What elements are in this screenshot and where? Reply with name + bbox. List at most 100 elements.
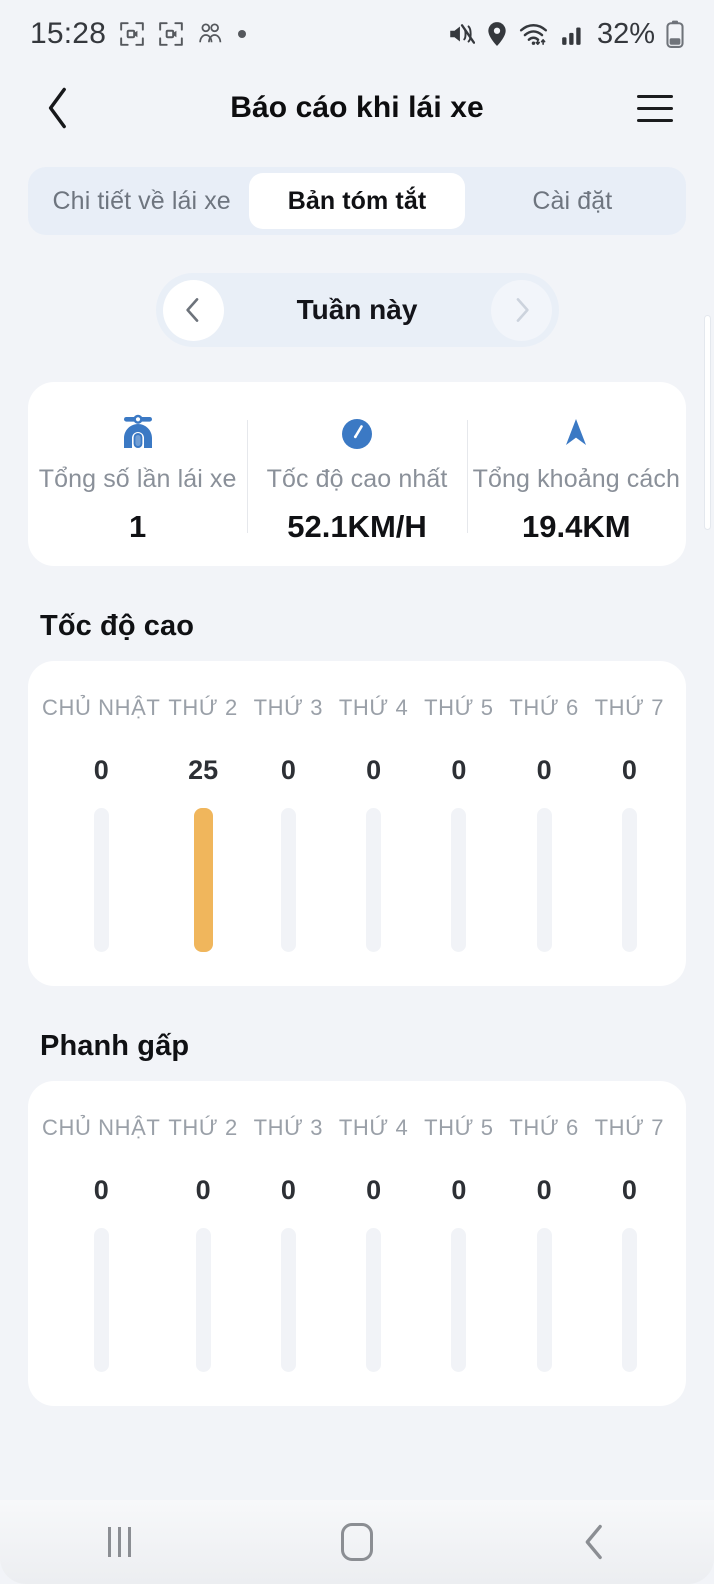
- chart-column[interactable]: THỨ 6 0: [501, 1115, 586, 1372]
- status-bar-clock: 15:28: [30, 17, 107, 50]
- stat-label: Tổng khoảng cách: [472, 464, 680, 493]
- day-label: THỨ 3: [253, 1115, 324, 1140]
- day-value: 0: [195, 1175, 211, 1205]
- chart-card-hard-braking: CHỦ NHẬT 0 THỨ 2 0 THỨ 3 0 THỨ 4 0 THỨ 5: [28, 1081, 686, 1406]
- day-label: THỨ 2: [168, 695, 238, 720]
- back-button[interactable]: [36, 86, 80, 130]
- bar-track: [451, 808, 467, 952]
- wifi-icon: [519, 21, 549, 47]
- stat-label: Tổng số lần lái xe: [38, 464, 237, 493]
- day-label: CHỦ NHẬT: [42, 1115, 161, 1140]
- back-icon: [585, 1524, 602, 1560]
- back-button-nav[interactable]: [535, 1500, 655, 1584]
- bar-track: [93, 1228, 109, 1372]
- chart-column[interactable]: THỨ 7 0: [587, 695, 672, 952]
- day-value: 0: [536, 1175, 552, 1205]
- chart-column[interactable]: CHỦ NHẬT 0: [42, 695, 160, 952]
- day-label: THỨ 7: [594, 1115, 665, 1140]
- recents-icon: [107, 1527, 131, 1557]
- battery-percent-label: 32%: [596, 17, 655, 50]
- chart-column[interactable]: THỨ 7 0: [587, 1115, 672, 1372]
- stat-total-distance: Tổng khoảng cách 19.4KM: [466, 404, 686, 545]
- bar-track: [366, 808, 382, 952]
- bar-track: [280, 1228, 296, 1372]
- day-value: 0: [536, 755, 552, 785]
- day-value: 0: [93, 755, 109, 785]
- chart-column[interactable]: THỨ 5 0: [416, 1115, 501, 1372]
- day-value: 0: [93, 1175, 109, 1205]
- location-icon: [486, 21, 508, 47]
- bar-chart-hard-braking: CHỦ NHẬT 0 THỨ 2 0 THỨ 3 0 THỨ 4 0 THỨ 5: [42, 1115, 672, 1372]
- bar-track: [451, 1228, 467, 1372]
- chart-column[interactable]: THỨ 6 0: [501, 695, 586, 952]
- tab-settings[interactable]: Cài đặt: [465, 173, 680, 229]
- phone-screen: 15:28 32% Báo cáo khi lái xe Chi tiết về…: [0, 0, 714, 1584]
- chart-column[interactable]: THỨ 3 0: [246, 1115, 331, 1372]
- app-header: Báo cáo khi lái xe: [0, 68, 714, 148]
- tab-summary[interactable]: Bản tóm tắt: [249, 173, 465, 229]
- stat-max-speed: Tốc độ cao nhất 52.1KM/H: [247, 404, 466, 545]
- home-button[interactable]: [297, 1500, 417, 1584]
- day-label: THỨ 6: [509, 1115, 579, 1140]
- chart-column[interactable]: CHỦ NHẬT 0: [42, 1115, 160, 1372]
- chevron-left-icon: [48, 87, 66, 129]
- mute-icon: [447, 21, 475, 47]
- bar-track: [536, 1228, 552, 1372]
- chart-column[interactable]: THỨ 2 25: [160, 695, 245, 952]
- day-value: 0: [280, 1175, 296, 1205]
- people-icon: [197, 21, 224, 47]
- bar-track: [195, 1228, 211, 1372]
- tab-bar: Chi tiết về lái xe Bản tóm tắt Cài đặt: [28, 167, 686, 235]
- system-navigation-bar: [0, 1500, 714, 1584]
- day-label: THỨ 7: [594, 695, 665, 720]
- scooter-icon: [116, 404, 160, 452]
- stat-value: 19.4KM: [522, 508, 631, 544]
- stat-total-drives: Tổng số lần lái xe 1: [28, 404, 247, 545]
- tab-driving-details[interactable]: Chi tiết về lái xe: [34, 173, 249, 229]
- day-label: THỨ 6: [509, 695, 579, 720]
- menu-button[interactable]: [632, 85, 678, 131]
- screen-record-icon: [119, 21, 145, 47]
- bar-track: [536, 808, 552, 952]
- day-label: THỨ 4: [338, 695, 409, 720]
- day-value: 0: [621, 1175, 637, 1205]
- bar-track: [93, 808, 109, 952]
- day-label: CHỦ NHẬT: [42, 695, 161, 720]
- summary-stats-card: Tổng số lần lái xe 1 Tốc độ cao nhất 52.…: [28, 382, 686, 566]
- tab-bar-container: Chi tiết về lái xe Bản tóm tắt Cài đặt: [0, 148, 714, 235]
- status-bar-left: 15:28: [30, 17, 247, 51]
- day-label: THỨ 3: [253, 695, 324, 720]
- chart-column[interactable]: THỨ 4 0: [331, 1115, 416, 1372]
- day-value: 0: [366, 1175, 382, 1205]
- week-selector: Tuần này: [155, 273, 559, 347]
- bar-track: [366, 1228, 382, 1372]
- stat-value: 1: [129, 508, 147, 544]
- hamburger-menu-icon: [637, 94, 673, 122]
- day-label: THỨ 5: [424, 1115, 494, 1140]
- day-label: THỨ 5: [424, 695, 494, 720]
- day-value: 0: [621, 755, 637, 785]
- day-label: THỨ 4: [338, 1115, 409, 1140]
- day-value: 0: [451, 1175, 467, 1205]
- day-value: 25: [188, 755, 219, 785]
- chart-column[interactable]: THỨ 3 0: [246, 695, 331, 952]
- navigation-arrow-icon: [556, 404, 596, 452]
- chart-column[interactable]: THỨ 5 0: [416, 695, 501, 952]
- speedometer-icon: [336, 404, 378, 452]
- bar-filled: [193, 808, 213, 952]
- chart-column[interactable]: THỨ 4 0: [331, 695, 416, 952]
- section-title-high-speed: Tốc độ cao: [40, 610, 195, 642]
- signal-icon: [560, 21, 586, 47]
- stat-value: 52.1KM/H: [287, 508, 427, 544]
- recents-button[interactable]: [59, 1500, 179, 1584]
- chart-column[interactable]: THỨ 2 0: [160, 1115, 245, 1372]
- day-value: 0: [280, 755, 296, 785]
- page-title: Báo cáo khi lái xe: [230, 91, 484, 124]
- day-label: THỨ 2: [168, 1115, 238, 1140]
- bar-chart-high-speed: CHỦ NHẬT 0 THỨ 2 25 THỨ 3 0 THỨ 4 0 THỨ …: [42, 695, 672, 952]
- vertical-scrollbar[interactable]: [704, 315, 711, 530]
- bar-track: [280, 808, 296, 952]
- section-title-hard-braking: Phanh gấp: [40, 1030, 190, 1062]
- day-value: 0: [451, 755, 467, 785]
- chart-card-high-speed: CHỦ NHẬT 0 THỨ 2 25 THỨ 3 0 THỨ 4 0 THỨ …: [28, 661, 686, 986]
